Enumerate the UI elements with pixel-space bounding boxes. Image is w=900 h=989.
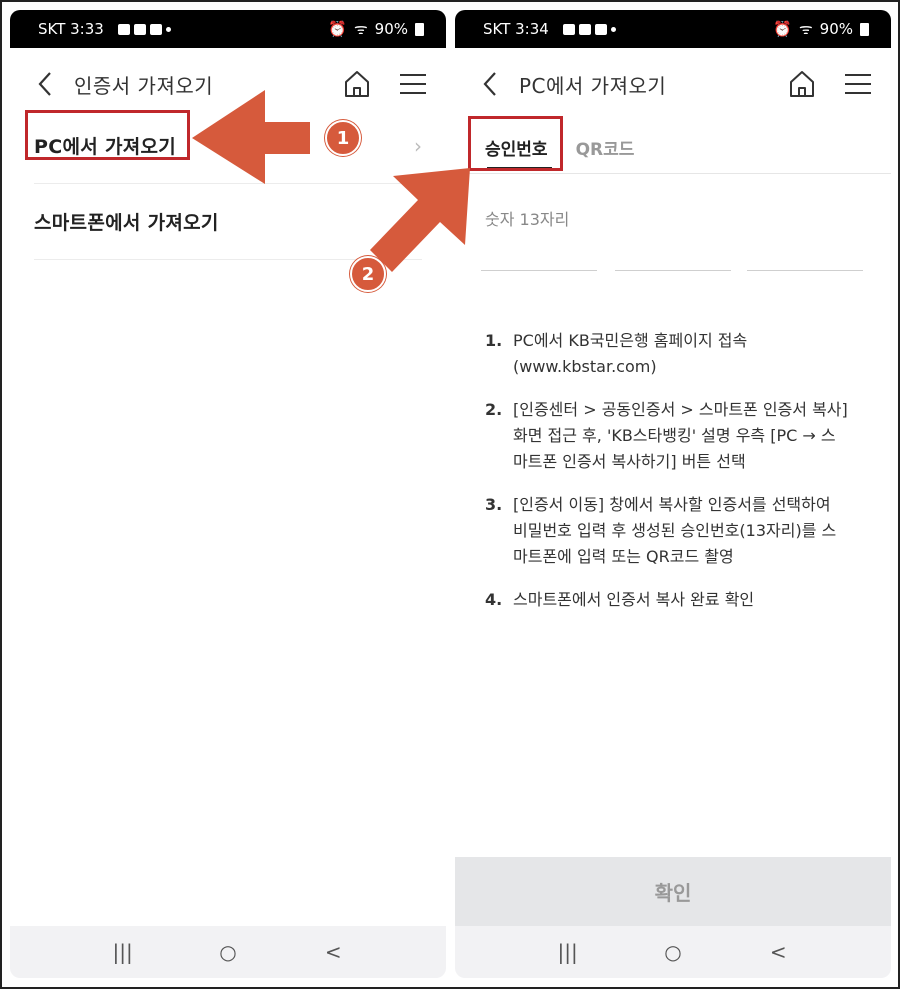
home-button[interactable] [342, 69, 372, 99]
youtube-notification-icon [149, 23, 162, 35]
more-notifications-icon [165, 26, 171, 32]
app-bar: PC에서 가져오기 [455, 48, 891, 120]
status-bar: SKT 3:33 ⏰ ᯤ 90% [10, 10, 446, 48]
system-nav-bar: ||| ○ < [455, 926, 891, 978]
menu-button[interactable] [843, 69, 873, 99]
tab-qr-code[interactable]: QR코드 [562, 120, 649, 174]
step-text: 비밀번호 입력 후 생성된 승인번호(13자리)를 스 [513, 521, 837, 540]
step-number: 3. [485, 495, 503, 514]
wifi-signal-icon: ᯤ [353, 20, 368, 38]
home-button[interactable] [787, 69, 817, 99]
status-time: SKT 3:33 [38, 20, 104, 38]
step-number: 4. [485, 590, 503, 609]
step-text: 마트폰 인증서 복사하기] 버튼 선택 [513, 452, 746, 471]
gallery-notification-icon [117, 23, 130, 35]
back-nav-icon[interactable]: < [313, 940, 353, 964]
home-icon [790, 71, 814, 97]
talk-notification-icon [133, 23, 146, 35]
battery-percent: 90% [374, 20, 408, 38]
youtube-notification-icon [594, 23, 607, 35]
highlight-box-pc-import [25, 110, 190, 160]
hamburger-icon [400, 74, 426, 94]
chevron-left-icon [38, 72, 51, 96]
step-badge-2: 2 [350, 256, 386, 292]
back-nav-icon[interactable]: < [758, 940, 798, 964]
code-input-segment-1[interactable] [481, 270, 597, 271]
step-text: PC에서 KB국민은행 홈페이지 접속 [513, 331, 748, 350]
step-number: 1. [485, 331, 503, 350]
code-input-segment-3[interactable] [747, 270, 863, 271]
chevron-left-icon [483, 72, 496, 96]
status-bar: SKT 3:34 ⏰ ᯤ 90% [455, 10, 891, 48]
code-input-segment-2[interactable] [615, 270, 731, 271]
instruction-step: 1. PC에서 KB국민은행 홈페이지 접속 (www.kbstar.com) [485, 328, 871, 380]
menu-item-smartphone-import[interactable]: 스마트폰에서 가져오기 › [34, 184, 422, 260]
step-text: 화면 접근 후, 'KB스타뱅킹' 설명 우측 [PC → 스 [513, 426, 836, 445]
approval-number-input[interactable]: 숫자 13자리 [485, 206, 569, 230]
battery-icon [415, 22, 424, 36]
menu-button[interactable] [398, 69, 428, 99]
status-time: SKT 3:34 [483, 20, 549, 38]
talk-notification-icon [578, 23, 591, 35]
step-text: [인증서 이동] 창에서 복사할 인증서를 선택하여 [513, 495, 831, 514]
step-text: (www.kbstar.com) [513, 357, 657, 376]
page-title: PC에서 가져오기 [519, 73, 667, 98]
step-text: [인증센터 > 공동인증서 > 스마트폰 인증서 복사] [513, 400, 848, 419]
wifi-signal-icon: ᯤ [798, 20, 813, 38]
instruction-step: 3. [인증서 이동] 창에서 복사할 인증서를 선택하여 비밀번호 입력 후 … [485, 492, 871, 570]
back-button[interactable] [38, 69, 60, 99]
hamburger-icon [845, 74, 871, 94]
more-notifications-icon [610, 26, 616, 32]
back-button[interactable] [483, 69, 505, 99]
step-badge-1: 1 [325, 120, 361, 156]
chevron-right-icon: › [414, 209, 422, 234]
recents-icon[interactable]: ||| [548, 940, 588, 964]
home-nav-icon[interactable]: ○ [208, 940, 248, 964]
home-nav-icon[interactable]: ○ [653, 940, 693, 964]
battery-percent: 90% [819, 20, 853, 38]
chevron-right-icon: › [414, 133, 422, 158]
home-icon [345, 71, 369, 97]
menu-item-label: 스마트폰에서 가져오기 [34, 212, 219, 234]
alarm-icon: ⏰ [773, 20, 792, 38]
recents-icon[interactable]: ||| [103, 940, 143, 964]
step-text: 마트폰에 입력 또는 QR코드 촬영 [513, 547, 734, 566]
instruction-step: 4. 스마트폰에서 인증서 복사 완료 확인 [485, 587, 871, 613]
battery-icon [860, 22, 869, 36]
step-number: 2. [485, 400, 503, 419]
instruction-step: 2. [인증센터 > 공동인증서 > 스마트폰 인증서 복사] 화면 접근 후,… [485, 397, 871, 475]
confirm-button[interactable]: 확인 [455, 857, 891, 926]
gallery-notification-icon [562, 23, 575, 35]
system-nav-bar: ||| ○ < [10, 926, 446, 978]
instruction-list: 1. PC에서 KB국민은행 홈페이지 접속 (www.kbstar.com) … [485, 328, 871, 630]
alarm-icon: ⏰ [328, 20, 347, 38]
page-title: 인증서 가져오기 [74, 73, 214, 98]
step-text: 스마트폰에서 인증서 복사 완료 확인 [513, 590, 755, 609]
highlight-box-approval-tab [468, 116, 563, 171]
